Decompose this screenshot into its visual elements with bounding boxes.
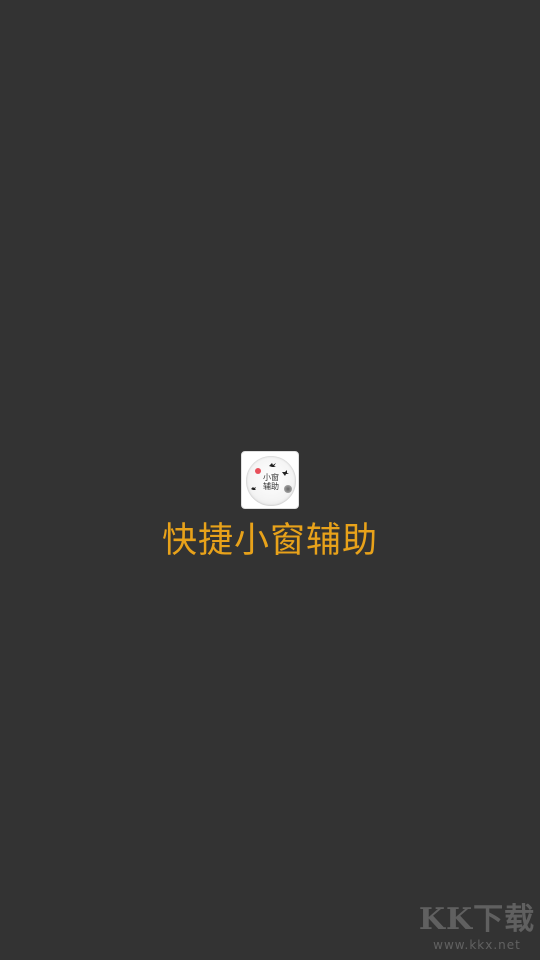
app-icon-label-line2: 辅助 [263, 482, 279, 491]
app-icon-label-line1: 小窗 [263, 473, 279, 482]
watermark-logo: KK下载 [418, 902, 536, 937]
app-icon-label: 小窗 辅助 [246, 473, 296, 491]
splash-screen: 小窗 辅助 快捷小窗辅助 KK下载 www.kkx.net [0, 0, 540, 960]
app-icon: 小窗 辅助 [241, 451, 299, 509]
watermark: KK下载 www.kkx.net [418, 902, 536, 958]
app-name-title: 快捷小窗辅助 [161, 521, 378, 561]
app-icon-disc: 小窗 辅助 [246, 456, 296, 506]
watermark-url: www.kkx.net [433, 938, 521, 952]
